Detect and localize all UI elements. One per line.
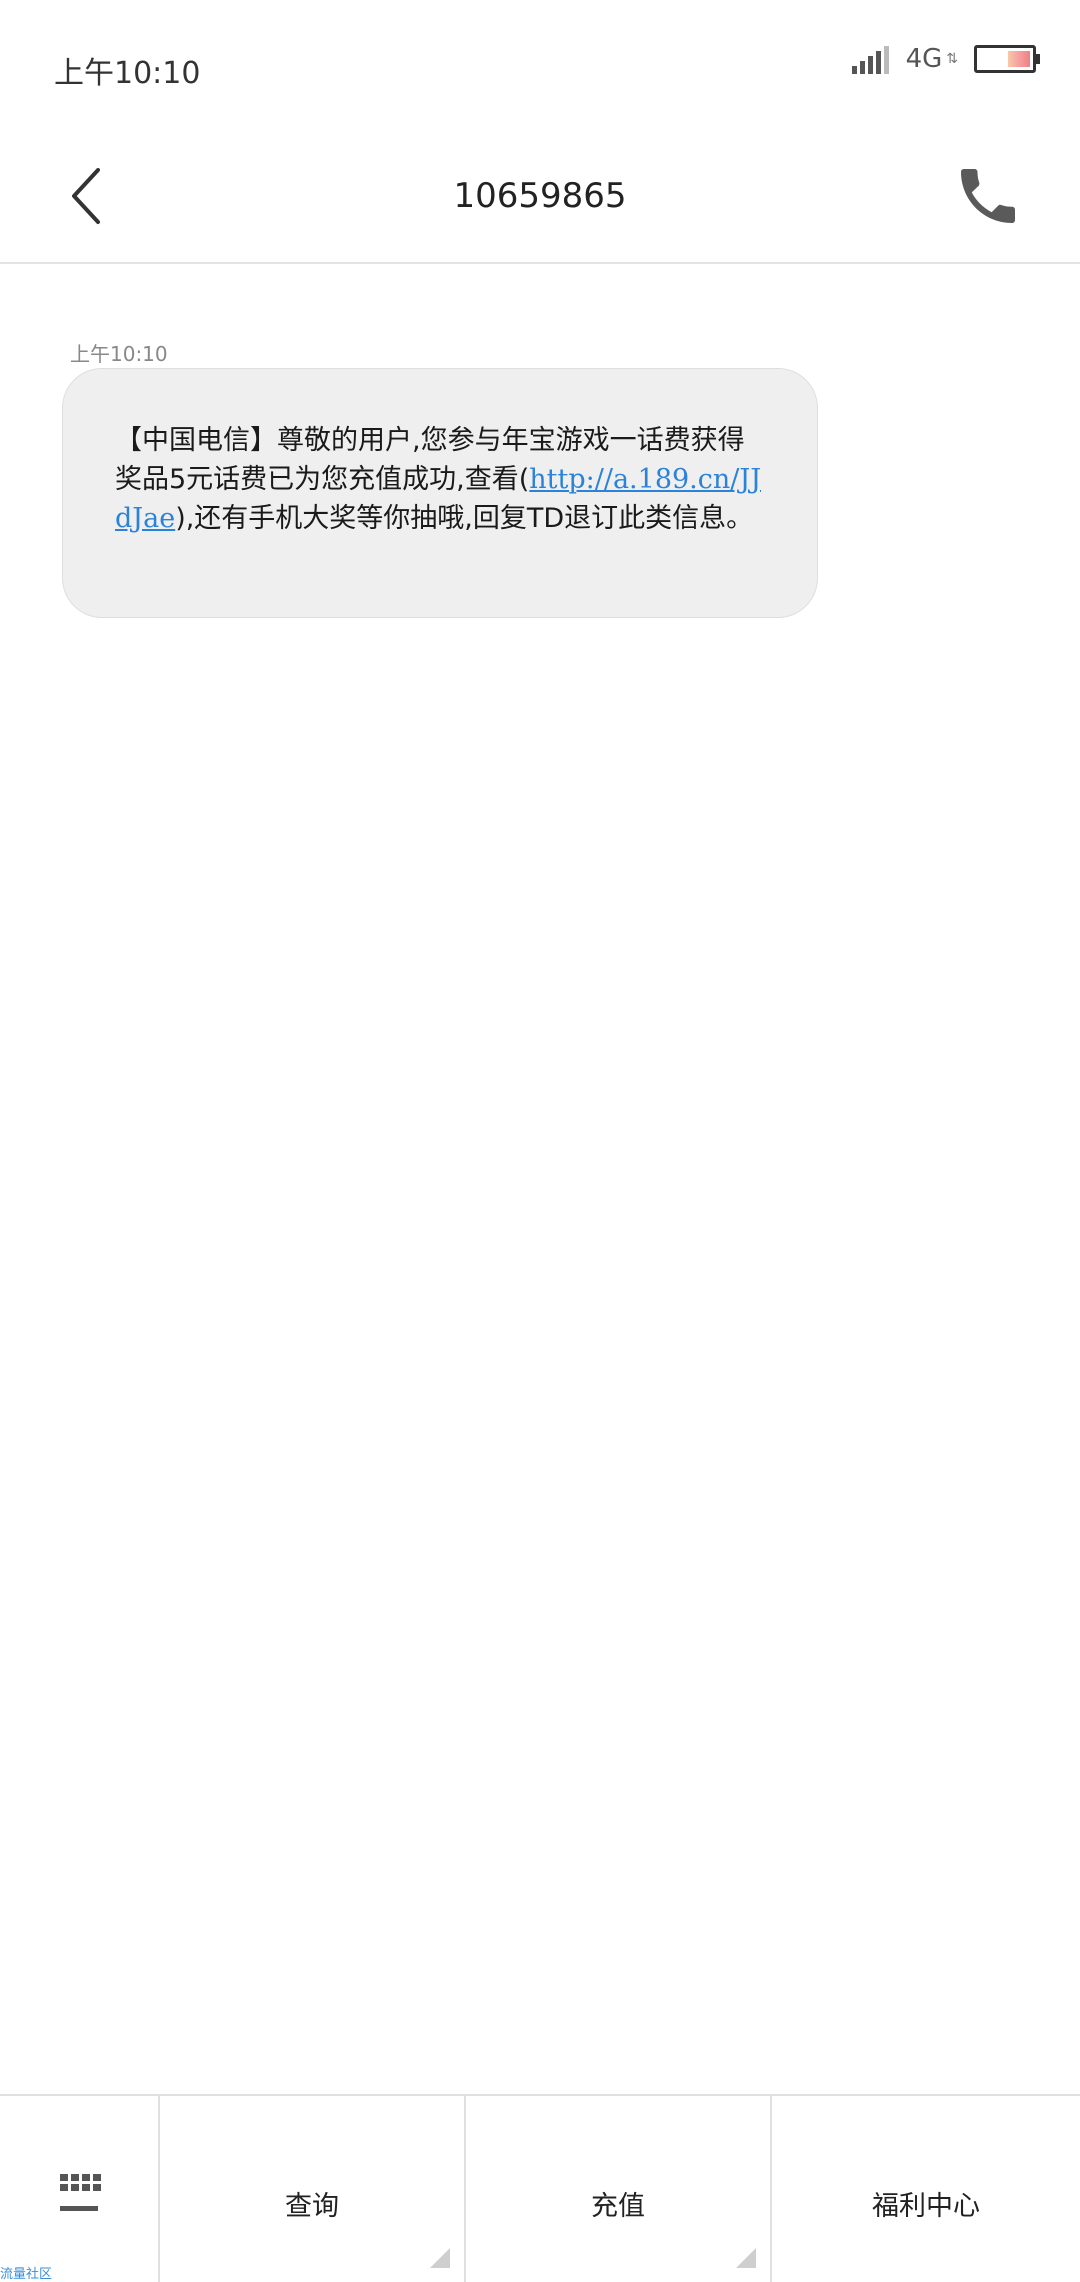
status-bar: 上午10:10 4G ⇅ bbox=[0, 0, 1080, 130]
call-button[interactable] bbox=[952, 160, 1024, 232]
menu-label: 福利中心 bbox=[872, 2191, 980, 2222]
status-time: 上午10:10 bbox=[54, 56, 201, 91]
submenu-indicator-icon bbox=[736, 2248, 756, 2268]
phone-icon bbox=[961, 169, 1015, 223]
menu-recharge-button[interactable]: 充值 bbox=[466, 2096, 772, 2282]
message-text: 【中国电信】尊敬的用户,您参与年宝游戏一话费获得奖品5元话费已为您充值成功,查看… bbox=[115, 421, 761, 538]
keyboard-icon bbox=[60, 2174, 101, 2191]
community-link[interactable]: 流量社区 bbox=[0, 2263, 52, 2282]
status-icons: 4G ⇅ bbox=[851, 44, 1040, 74]
message-bubble[interactable]: 【中国电信】尊敬的用户,您参与年宝游戏一话费获得奖品5元话费已为您充值成功,查看… bbox=[62, 368, 818, 618]
network-type: 4G bbox=[905, 44, 943, 74]
menu-benefits-button[interactable]: 福利中心 bbox=[772, 2096, 1080, 2282]
menu-label: 充值 bbox=[591, 2191, 645, 2222]
contact-number: 10659865 bbox=[453, 176, 627, 216]
battery-icon bbox=[974, 45, 1040, 73]
message-text-part: ),还有手机大奖等你抽哦,回复TD退订此类信息。 bbox=[175, 503, 754, 534]
menu-query-button[interactable]: 查询 bbox=[160, 2096, 466, 2282]
service-menu-bar: 流量社区 查询 充值 福利中心 bbox=[0, 2094, 1080, 2282]
message-timestamp: 上午10:10 bbox=[70, 342, 168, 366]
conversation-header: 10659865 bbox=[0, 130, 1080, 264]
signal-strength-icon bbox=[851, 44, 892, 74]
submenu-indicator-icon bbox=[430, 2248, 450, 2268]
menu-label: 查询 bbox=[285, 2191, 339, 2222]
keyboard-toggle-button[interactable]: 流量社区 bbox=[0, 2096, 160, 2282]
data-activity-icon: ⇅ bbox=[946, 51, 958, 67]
